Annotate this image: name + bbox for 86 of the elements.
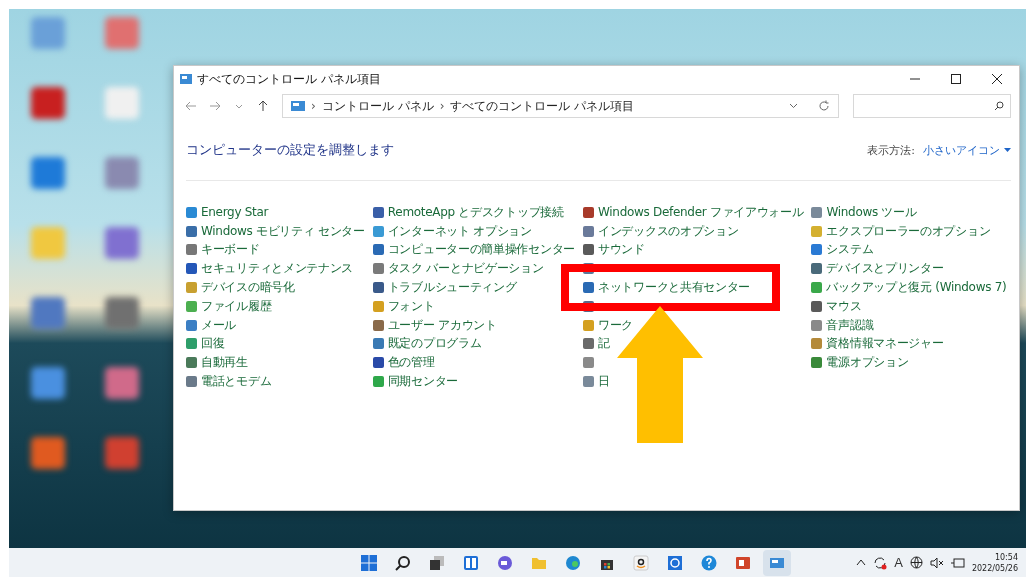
clock-date: 2022/05/26: [971, 562, 1018, 574]
stacked-squares-icon: [428, 554, 445, 571]
control-panel-item[interactable]: 電源オプション: [811, 353, 909, 373]
input-mode-indicator[interactable]: A: [894, 555, 903, 570]
control-panel-item[interactable]: デバイスとプリンター: [811, 259, 944, 279]
breadcrumb-item[interactable]: すべてのコントロール パネル項目: [450, 97, 635, 115]
chevron-up-icon[interactable]: [856, 559, 867, 566]
control-panel-item[interactable]: 日: [583, 372, 610, 391]
arrow-left-icon: [185, 101, 197, 111]
control-panel-item[interactable]: ネットワークと共有センター: [583, 278, 751, 297]
search-icon: [394, 554, 411, 571]
search-field[interactable]: [853, 94, 1011, 118]
control-panel-item[interactable]: 同期センター: [372, 372, 458, 391]
control-panel-item[interactable]: 資格情報マネージャー: [811, 334, 944, 354]
view-mode-dropdown[interactable]: 小さいアイコン: [923, 142, 1011, 158]
wave-circle-icon: [564, 554, 581, 571]
chevron-down-icon[interactable]: [789, 103, 798, 109]
caret-icon: [1004, 147, 1011, 153]
control-panel-item[interactable]: システム: [811, 240, 874, 260]
control-panel-item[interactable]: インデックスのオプション: [583, 221, 739, 241]
desktop-icon[interactable]: [105, 157, 139, 189]
windows-logo-icon: [360, 554, 377, 571]
clock-time: 10:54: [994, 551, 1018, 563]
control-panel-item[interactable]: エクスプローラーのオプション: [811, 221, 991, 241]
desktop-icon[interactable]: [31, 367, 65, 399]
search-icon: [994, 101, 1004, 111]
control-panel-item[interactable]: 回復: [186, 334, 225, 354]
close-icon: [992, 74, 1002, 84]
globe-icon[interactable]: [909, 556, 923, 569]
control-panel-item[interactable]: キーボード: [186, 240, 260, 260]
control-panel-item[interactable]: インターネット オプション: [372, 221, 532, 241]
battery-icon[interactable]: [950, 557, 965, 568]
control-panel-icon: [291, 101, 305, 111]
chevron-down-icon: [235, 103, 243, 109]
address-bar[interactable]: › コントロール パネル › すべてのコントロール パネル項目: [282, 94, 839, 118]
control-panel-item[interactable]: サウンド: [583, 240, 645, 260]
panels-icon: [462, 554, 479, 571]
control-panel-item[interactable]: フォント: [372, 297, 435, 316]
speaker-muted-icon[interactable]: [929, 556, 944, 569]
control-panel-item[interactable]: 音声認識: [811, 315, 874, 335]
control-panel-item[interactable]: Windows ツール: [811, 203, 917, 222]
refresh-icon[interactable]: [818, 100, 830, 112]
control-panel-item[interactable]: RemoteApp とデスクトップ接続: [372, 203, 564, 222]
desktop-icon[interactable]: [31, 437, 65, 469]
desktop-icon[interactable]: [31, 297, 65, 329]
desktop-icon[interactable]: [105, 227, 139, 259]
control-panel-item[interactable]: デバイスの暗号化: [186, 278, 295, 297]
desktop-icon[interactable]: [105, 437, 139, 469]
control-panel-item[interactable]: マウス: [811, 297, 862, 316]
view-by-label: 表示方法:: [867, 142, 915, 158]
window-title: すべてのコントロール パネル項目: [197, 70, 382, 88]
control-panel-item[interactable]: トラブルシューティング: [372, 278, 517, 297]
control-panel-item[interactable]: セキュリティとメンテナンス: [186, 259, 354, 279]
control-panel-item[interactable]: Windows モビリティ センター: [186, 221, 365, 241]
control-panel-item[interactable]: 既定のプログラム: [372, 334, 482, 354]
control-panel-item[interactable]: 自動再生: [186, 353, 248, 373]
control-panel-item[interactable]: 電話とモデム: [186, 372, 272, 391]
control-panel-item[interactable]: ワーク: [583, 315, 634, 335]
breadcrumb-separator[interactable]: ›: [311, 99, 316, 113]
control-panel-item[interactable]: 記: [583, 334, 610, 354]
desktop-icon[interactable]: [31, 157, 65, 189]
circle-app-icon: [666, 554, 683, 571]
control-panel-icon: [180, 74, 192, 84]
desktop-icon[interactable]: [31, 87, 65, 119]
presentation-icon: [734, 554, 751, 571]
page-heading: コンピューターの設定を調整します: [186, 141, 394, 159]
breadcrumb-item[interactable]: コントロール パネル: [321, 97, 434, 115]
control-panel-item[interactable]: タスク バーとナビゲーション: [372, 259, 544, 279]
control-panel-item[interactable]: バックアップと復元 (Windows 7): [811, 278, 1007, 297]
control-panel-item[interactable]: Energy Star: [186, 203, 269, 222]
arrow-right-icon: [209, 101, 221, 111]
smile-letter-icon: [632, 554, 649, 571]
sync-icon[interactable]: [873, 555, 888, 570]
breadcrumb-separator[interactable]: ›: [439, 99, 445, 113]
control-panel-item[interactable]: メール: [186, 315, 237, 335]
help-icon: [700, 554, 717, 571]
arrow-up-icon: [258, 100, 268, 112]
control-panel-item[interactable]: ユーザー アカウント: [372, 315, 497, 335]
video-chat-icon: [496, 554, 513, 571]
desktop-icon[interactable]: [105, 297, 139, 329]
desktop-icon[interactable]: [105, 367, 139, 399]
control-panel-item[interactable]: 色の管理: [372, 353, 435, 373]
control-panel-item[interactable]: ファイル履歴: [186, 297, 272, 316]
maximize-icon: [951, 74, 961, 84]
control-panel-item[interactable]: Windows Defender ファイアウォール: [583, 203, 804, 222]
control-panel-item[interactable]: コンピューターの簡単操作センター: [372, 240, 575, 260]
